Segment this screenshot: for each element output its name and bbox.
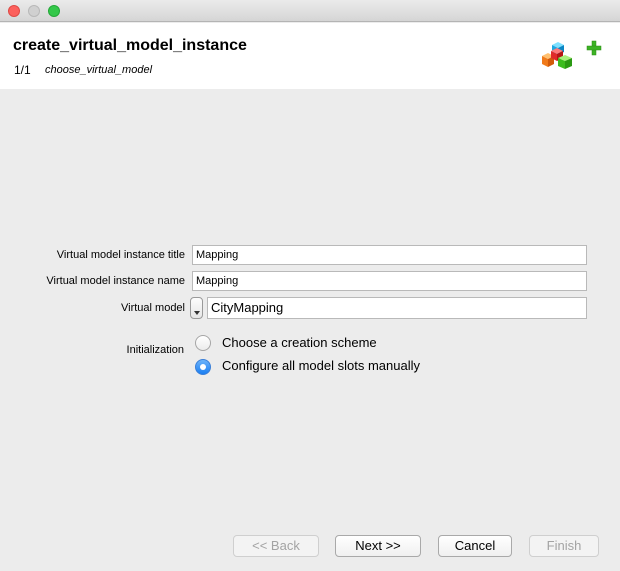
- creation-scheme-radio[interactable]: [195, 335, 211, 351]
- plus-icon[interactable]: [586, 40, 602, 56]
- back-button[interactable]: << Back: [233, 535, 319, 557]
- minimize-window-button[interactable]: [28, 5, 40, 17]
- wizard-header: create_virtual_model_instance 1/1 choose…: [0, 23, 620, 89]
- virtual-model-dropdown-button[interactable]: [190, 297, 203, 319]
- close-window-button[interactable]: [8, 5, 20, 17]
- next-button[interactable]: Next >>: [335, 535, 421, 557]
- configure-slots-label[interactable]: Configure all model slots manually: [222, 358, 420, 373]
- window-titlebar: [0, 0, 620, 22]
- name-field[interactable]: Mapping: [192, 271, 587, 291]
- initialization-label: Initialization: [126, 344, 184, 356]
- finish-button[interactable]: Finish: [529, 535, 599, 557]
- step-counter: 1/1: [14, 63, 31, 77]
- cubes-icon: [542, 42, 572, 69]
- zoom-window-button[interactable]: [48, 5, 60, 17]
- chevron-down-icon: [194, 311, 200, 315]
- virtual-model-label: Virtual model: [121, 302, 185, 314]
- title-field[interactable]: Mapping: [192, 245, 587, 265]
- wizard-title: create_virtual_model_instance: [13, 37, 247, 54]
- step-name: choose_virtual_model: [45, 64, 153, 76]
- title-label: Virtual model instance title: [56, 249, 185, 261]
- cancel-button[interactable]: Cancel: [438, 535, 512, 557]
- name-label: Virtual model instance name: [46, 275, 185, 287]
- virtual-model-field[interactable]: CityMapping: [207, 297, 587, 319]
- creation-scheme-label[interactable]: Choose a creation scheme: [222, 335, 377, 350]
- configure-slots-radio[interactable]: [195, 359, 211, 375]
